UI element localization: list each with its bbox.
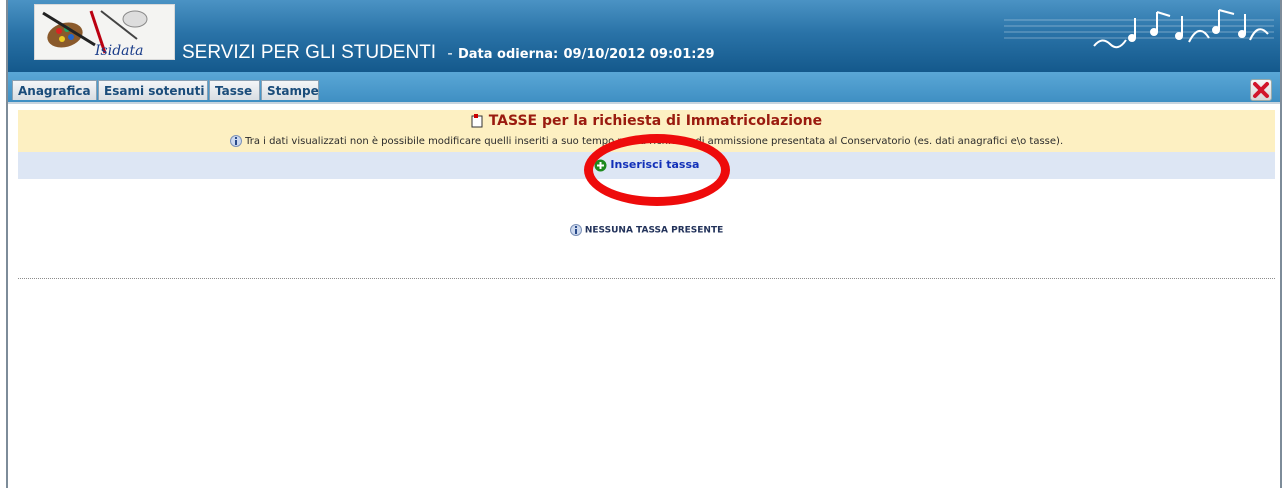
tab-label: Esami sotenuti <box>104 84 205 98</box>
tab-label: Stampe <box>267 84 319 98</box>
content-divider <box>8 102 1280 104</box>
add-tax-link[interactable]: Inserisci tassa <box>18 158 1275 172</box>
app-title-line: SERVIZI PER GLI STUDENTI - Data odierna:… <box>182 42 715 64</box>
tab-tasse[interactable]: Tasse <box>209 80 260 100</box>
tab-bar: Anagrafica Esami sotenuti Tasse Stampe <box>8 72 1280 102</box>
page-title: TASSE per la richiesta di Immatricolazio… <box>488 113 823 129</box>
music-notes-decoration <box>1004 9 1274 49</box>
add-tax-label: Inserisci tassa <box>610 158 700 171</box>
empty-message: NESSUNA TASSA PRESENTE <box>18 224 1275 236</box>
info-note: Tra i dati visualizzati non è possibile … <box>18 135 1275 147</box>
tab-label: Anagrafica <box>18 84 91 98</box>
close-icon <box>1253 82 1269 98</box>
isidata-logo: Isidata <box>34 4 175 60</box>
title-separator: - <box>447 45 453 62</box>
logo-text: Isidata <box>94 43 143 59</box>
page-header-band: TASSE per la richiesta di Immatricolazio… <box>18 110 1275 152</box>
tab-label: Tasse <box>215 84 253 98</box>
tab-esami-sotenuti[interactable]: Esami sotenuti <box>98 80 208 100</box>
date-value: 09/10/2012 09:01:29 <box>563 47 715 62</box>
tab-stampe[interactable]: Stampe <box>261 80 319 100</box>
dotted-separator <box>18 278 1275 279</box>
add-icon <box>594 159 607 171</box>
date-label: Data odierna: <box>457 47 559 62</box>
empty-message-text: NESSUNA TASSA PRESENTE <box>584 225 724 236</box>
info-icon <box>569 224 582 236</box>
document-icon <box>471 114 483 128</box>
app-title: SERVIZI PER GLI STUDENTI <box>182 42 437 63</box>
add-tax-band: Inserisci tassa <box>18 152 1275 179</box>
close-button[interactable] <box>1250 79 1272 101</box>
page-title-row: TASSE per la richiesta di Immatricolazio… <box>18 113 1275 129</box>
tab-anagrafica[interactable]: Anagrafica <box>12 80 97 100</box>
info-icon <box>229 135 242 147</box>
info-note-text: Tra i dati visualizzati non è possibile … <box>245 136 1064 147</box>
header-bar: Isidata SERVIZI PER GLI STUDENTI - Data … <box>8 0 1280 72</box>
